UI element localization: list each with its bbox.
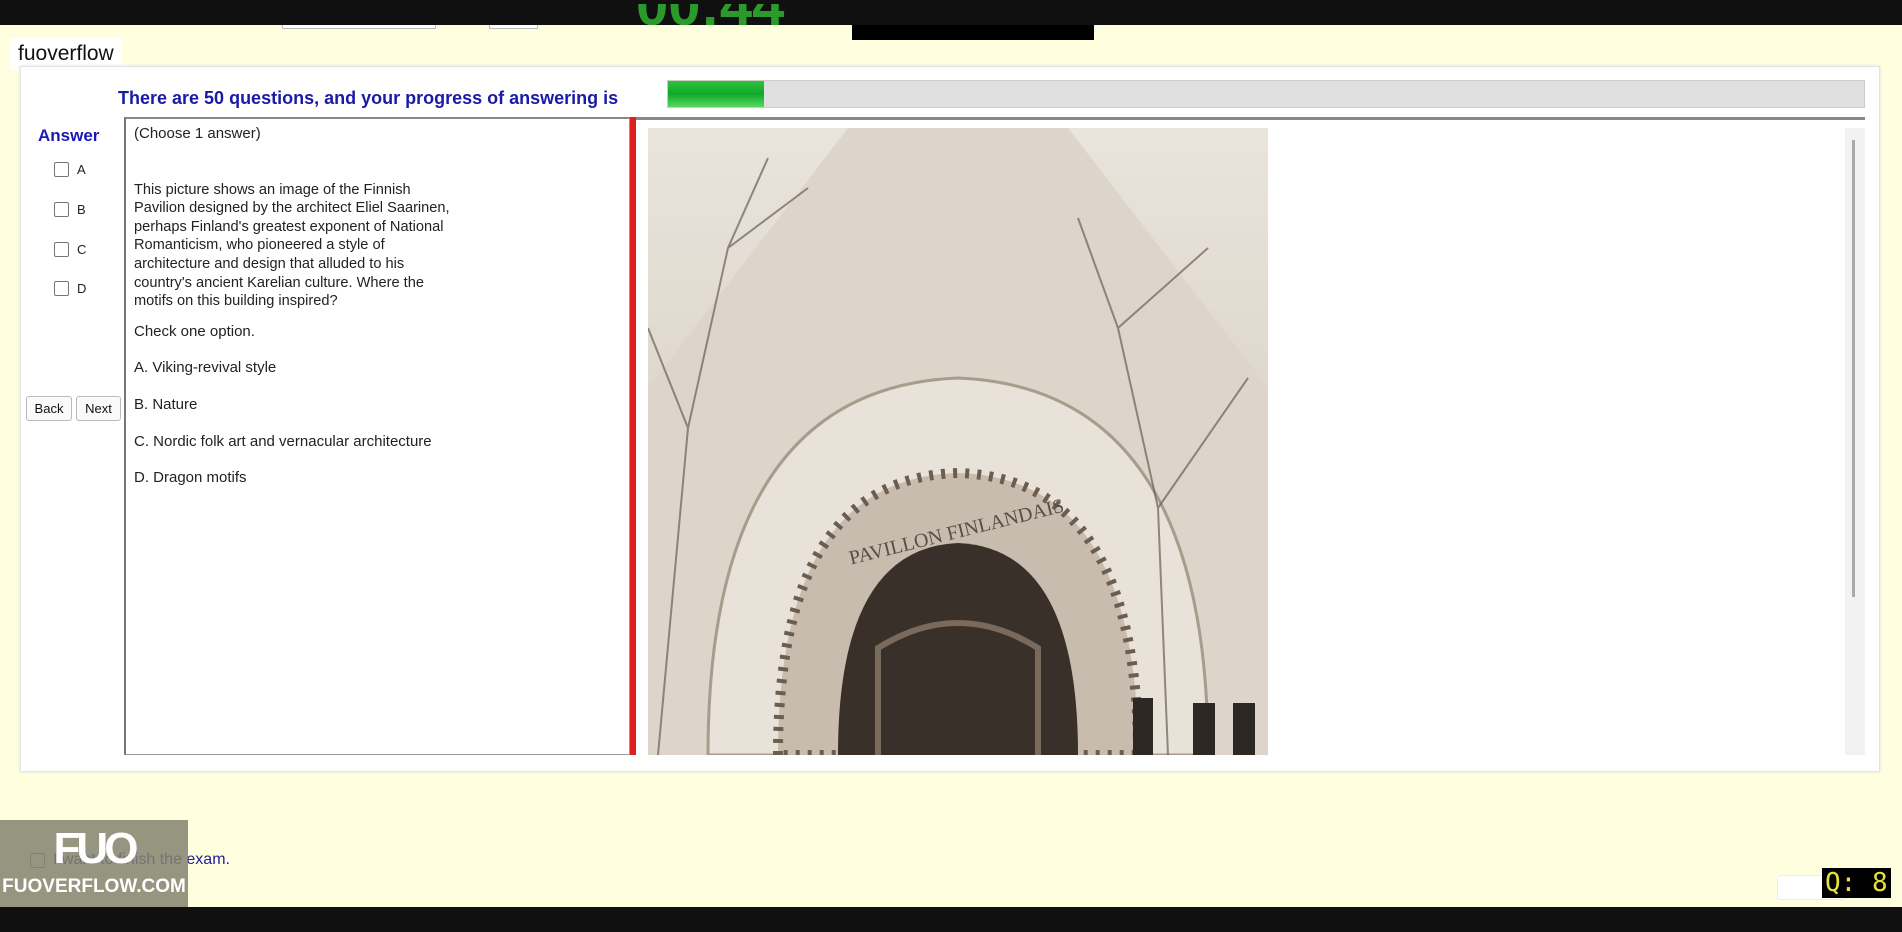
progress-text: There are 50 questions, and your progres… (118, 88, 619, 108)
option-label: B (77, 202, 86, 217)
choice-c: C. Nordic folk art and vernacular archit… (134, 432, 432, 450)
question-body: This picture shows an image of the Finni… (134, 181, 450, 310)
watermark-logo: FUO (53, 824, 139, 873)
option-label: D (77, 281, 87, 296)
question-prompt: Check one option. (134, 322, 255, 340)
choice-a: A. Viking-revival style (134, 359, 277, 377)
pavilion-photo: PAVILLON FINLANDAIS (648, 128, 1268, 755)
top-dropdown[interactable] (282, 25, 436, 29)
question-box: (Choose 1 answer) This picture shows an … (124, 117, 630, 755)
progress-fill (668, 81, 764, 107)
checkbox-c[interactable] (54, 242, 69, 257)
scrollbar[interactable] (1845, 128, 1865, 755)
top-bar (0, 0, 1902, 25)
option-label: C (77, 242, 87, 257)
answer-label: Answer (38, 126, 100, 145)
instruction: (Choose 1 answer) (134, 125, 261, 142)
timer: 00:44 (636, 4, 836, 25)
choice-d: D. Dragon motifs (134, 469, 247, 487)
question-indicator: Q: 8 (1822, 868, 1891, 898)
back-button[interactable]: Back (26, 396, 72, 421)
option-d[interactable]: D (54, 281, 86, 296)
checkbox-a[interactable] (54, 162, 69, 177)
progress-bar (667, 80, 1865, 108)
checkbox-b[interactable] (54, 202, 69, 217)
option-a[interactable]: A (54, 162, 86, 177)
option-label: A (77, 162, 86, 177)
choice-b: B. Nature (134, 395, 198, 413)
watermark-text: FUOVERFLOW.COM (2, 876, 186, 897)
scrollbar-thumb[interactable] (1852, 140, 1855, 597)
bottom-bar (0, 907, 1902, 932)
redacted-box (852, 25, 1094, 40)
option-b[interactable]: B (54, 202, 86, 217)
watermark: FUO FUOVERFLOW.COM (0, 820, 188, 907)
next-button[interactable]: Next (76, 396, 121, 421)
option-c[interactable]: C (54, 242, 86, 257)
checkbox-d[interactable] (54, 281, 69, 296)
top-input[interactable] (489, 25, 538, 29)
